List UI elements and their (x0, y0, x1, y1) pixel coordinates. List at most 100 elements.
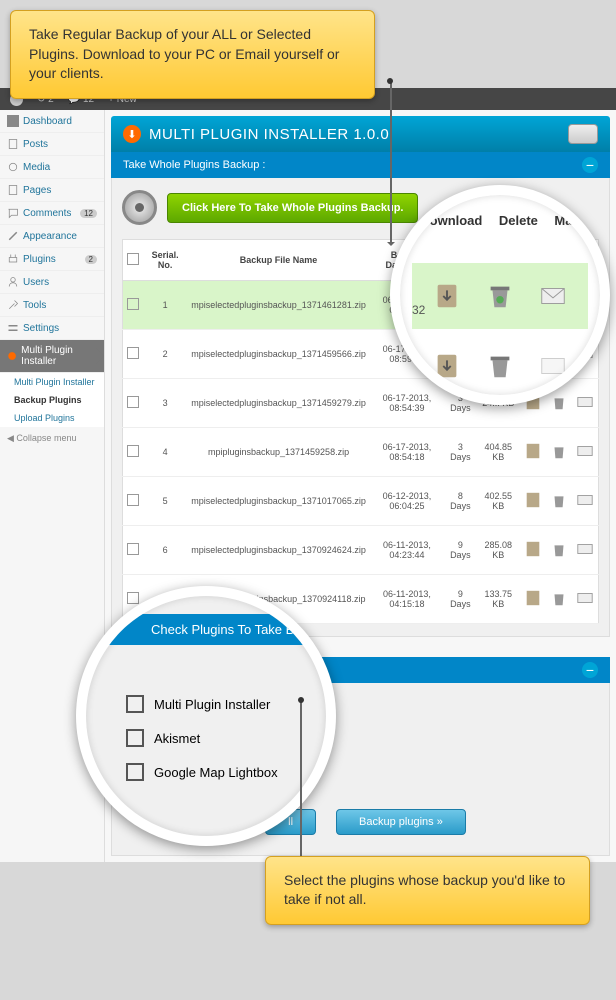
sidebar-sub-backup[interactable]: Backup Plugins (0, 391, 104, 409)
collapse-menu[interactable]: ◀ Collapse menu (0, 427, 104, 450)
sidebar-item-media[interactable]: Media (0, 156, 104, 179)
collapse-icon[interactable]: − (582, 157, 598, 173)
mail-icon[interactable] (576, 589, 594, 607)
plugin-label: Multi Plugin Installer (154, 697, 270, 712)
backup-plugins-button[interactable]: Backup plugins » (336, 809, 466, 835)
plugin-label: Akismet (154, 731, 200, 746)
sidebar-item-users[interactable]: Users (0, 271, 104, 294)
connector-dot (387, 78, 393, 84)
sidebar-item-appearance[interactable]: Appearance (0, 225, 104, 248)
cell-age: 9 Days (444, 575, 477, 624)
cell-datetime: 06-17-2013, 08:54:18 (370, 428, 444, 477)
sidebar-item-comments[interactable]: Comments12 (0, 202, 104, 225)
cell-serial: 2 (143, 330, 187, 379)
row-checkbox[interactable] (127, 298, 139, 310)
callout-bottom-text: Select the plugins whose backup you'd li… (284, 871, 571, 910)
plugin-item: Multi Plugin Installer (126, 695, 326, 713)
sidebar-item-posts[interactable]: Posts (0, 133, 104, 156)
cell-serial: 3 (143, 379, 187, 428)
safe-dial-icon (122, 190, 157, 225)
delete-icon[interactable] (485, 351, 515, 381)
plugin-item: Google Map Lightbox (126, 763, 326, 781)
sidebar-item-pages[interactable]: Pages (0, 179, 104, 202)
col-name: Backup File Name (187, 240, 370, 281)
plugin-logo-icon: ⬇ (123, 125, 141, 143)
col-serial: Serial. No. (143, 240, 187, 281)
plugin-checkbox[interactable] (126, 763, 144, 781)
take-whole-backup-button[interactable]: Click Here To Take Whole Plugins Backup. (167, 193, 418, 223)
plugin-title: MULTI PLUGIN INSTALLER 1.0.0 (149, 126, 389, 143)
row-checkbox[interactable] (127, 592, 139, 604)
magnifier-actions: Download Delete Mail 32 (390, 185, 610, 405)
cell-size: 285.08 KB (477, 526, 520, 575)
mail-icon[interactable] (576, 540, 594, 558)
table-row: 5 mpiselectedpluginsbackup_1371017065.zi… (123, 477, 599, 526)
sidebar-item-mpi[interactable]: Multi Plugin Installer (0, 340, 104, 373)
delete-icon[interactable] (550, 393, 568, 411)
delete-icon[interactable] (550, 540, 568, 558)
mail-icon[interactable] (538, 351, 568, 381)
cell-size: 133.75 KB (477, 575, 520, 624)
cell-datetime: 06-11-2013, 04:23:44 (370, 526, 444, 575)
connector-line (300, 700, 302, 870)
mag-col-mail: Mail (554, 213, 579, 228)
select-all-checkbox[interactable] (127, 253, 139, 265)
row-checkbox[interactable] (127, 494, 139, 506)
cell-datetime: 06-11-2013, 04:15:18 (370, 575, 444, 624)
connector-dot (298, 697, 304, 703)
download-icon[interactable] (524, 442, 542, 460)
cell-serial: 5 (143, 477, 187, 526)
plugin-header: ⬇ MULTI PLUGIN INSTALLER 1.0.0 (111, 116, 610, 152)
mail-icon[interactable] (576, 393, 594, 411)
table-row: 6 mpiselectedpluginsbackup_1370924624.zi… (123, 526, 599, 575)
sidebar-sub-mpi[interactable]: Multi Plugin Installer (0, 373, 104, 391)
cell-filename: mpiselectedpluginsbackup_1370924624.zip (187, 526, 370, 575)
cell-serial: 6 (143, 526, 187, 575)
callout-bottom: Select the plugins whose backup you'd li… (265, 856, 590, 925)
row-checkbox[interactable] (127, 445, 139, 457)
mag2-header: Check Plugins To Take Ba (86, 614, 326, 645)
mail-icon[interactable] (576, 442, 594, 460)
plugin-checkbox[interactable] (126, 695, 144, 713)
delete-icon[interactable] (550, 589, 568, 607)
section-title: Take Whole Plugins Backup : (123, 159, 265, 171)
callout-top: Take Regular Backup of your ALL or Selec… (10, 10, 375, 99)
sidebar-item-dashboard[interactable]: Dashboard (0, 110, 104, 133)
row-checkbox[interactable] (127, 396, 139, 408)
mail-icon[interactable] (538, 281, 568, 311)
mag-col-delete: Delete (499, 213, 538, 228)
delete-icon[interactable] (550, 442, 568, 460)
download-icon[interactable] (432, 281, 462, 311)
cell-filename: mpiselectedpluginsbackup_1371461281.zip (187, 281, 370, 330)
row-checkbox[interactable] (127, 543, 139, 555)
download-icon[interactable] (524, 540, 542, 558)
sidebar-item-tools[interactable]: Tools (0, 294, 104, 317)
cell-datetime: 06-12-2013, 06:04:25 (370, 477, 444, 526)
cell-filename: mpipluginsbackup_1371459258.zip (187, 428, 370, 477)
sidebar-sub-upload[interactable]: Upload Plugins (0, 409, 104, 427)
cell-filename: mpiselectedpluginsbackup_1371459279.zip (187, 379, 370, 428)
cell-age: 9 Days (444, 526, 477, 575)
mag-col-download: Download (420, 213, 482, 228)
plugin-checkbox[interactable] (126, 729, 144, 747)
mag-size-value: 32 (412, 303, 425, 317)
cell-size: 404.85 KB (477, 428, 520, 477)
download-icon[interactable] (524, 589, 542, 607)
callout-top-text: Take Regular Backup of your ALL or Selec… (29, 25, 356, 84)
table-row: 4 mpipluginsbackup_1371459258.zip 06-17-… (123, 428, 599, 477)
row-checkbox[interactable] (127, 347, 139, 359)
collapse-icon[interactable]: − (582, 662, 598, 678)
plugin-item: Akismet (126, 729, 326, 747)
cell-size: 402.55 KB (477, 477, 520, 526)
delete-icon[interactable] (550, 491, 568, 509)
mail-icon[interactable] (576, 491, 594, 509)
download-icon[interactable] (432, 351, 462, 381)
connector-line (390, 80, 392, 245)
header-toggle-button[interactable] (568, 124, 598, 144)
download-icon[interactable] (524, 491, 542, 509)
section-whole-backup-header: Take Whole Plugins Backup : − (111, 152, 610, 178)
sidebar-item-plugins[interactable]: Plugins2 (0, 248, 104, 271)
cell-serial: 1 (143, 281, 187, 330)
delete-icon[interactable] (485, 281, 515, 311)
sidebar-item-settings[interactable]: Settings (0, 317, 104, 340)
